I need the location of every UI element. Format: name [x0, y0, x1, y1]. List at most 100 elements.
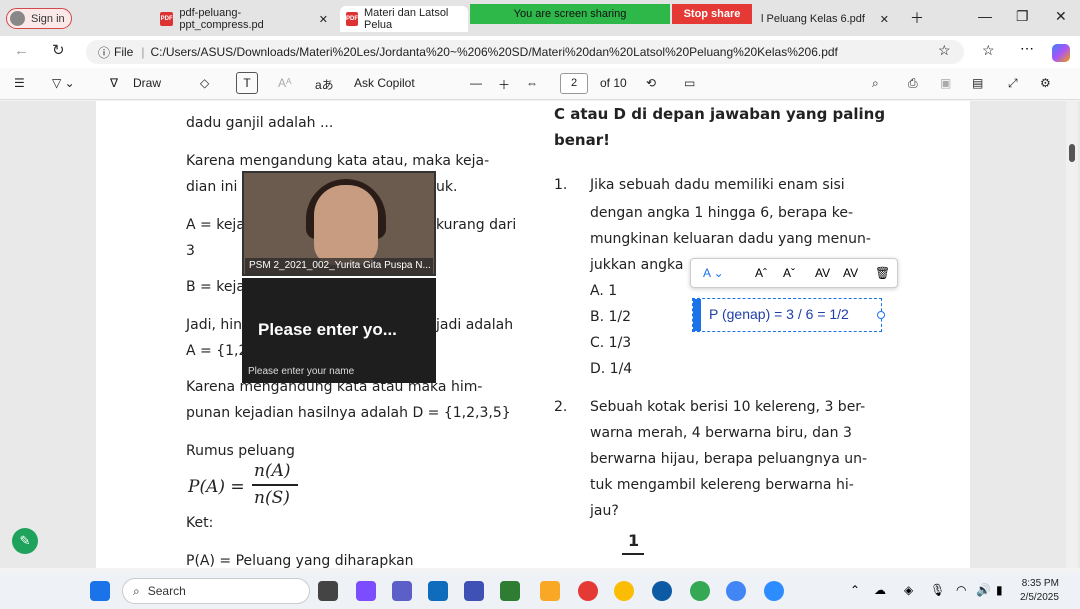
fraction-bar [252, 484, 298, 486]
text-color-icon[interactable]: A ⌄ [703, 266, 724, 280]
resize-handle[interactable] [877, 311, 885, 319]
option-c: C. 1/3 [590, 335, 632, 351]
text-line: B = keja [186, 279, 245, 295]
volume-icon[interactable]: 🔊 [976, 583, 991, 597]
text-line: jadi adalah [436, 317, 514, 333]
fit-page-icon[interactable]: ⇔ [526, 76, 538, 90]
copilot-app-icon[interactable] [356, 581, 376, 601]
app-icon[interactable] [500, 581, 520, 601]
scrollbar-thumb[interactable] [1069, 144, 1075, 162]
text-line: uk. [436, 179, 458, 195]
contents-icon[interactable]: ☰ [14, 76, 25, 90]
settings-icon[interactable]: ⚙ [1040, 76, 1051, 90]
app-icon[interactable] [464, 581, 484, 601]
text-line: kurang dari [436, 217, 517, 233]
participant-face [314, 185, 378, 265]
decrease-font-icon[interactable]: Aˇ [783, 266, 795, 280]
stop-share-button[interactable]: Stop share [672, 4, 752, 24]
favorites-list-icon[interactable]: ☆ [982, 42, 995, 59]
zoom-in-icon[interactable]: ＋ [498, 76, 510, 93]
close-window-icon[interactable]: ✕ [1055, 8, 1067, 25]
taskbar-search[interactable]: ⌕ Search [122, 578, 310, 604]
zoom-icon[interactable] [764, 581, 784, 601]
annotation-text[interactable]: P (genap) = 3 / 6 = 1/2 [709, 306, 849, 322]
page-number-input[interactable]: 2 [560, 73, 588, 94]
text-line: 3 [186, 243, 195, 259]
sign-in-label: Sign in [31, 12, 65, 25]
pdf-viewport[interactable]: dadu ganjil adalah ... Karena mengandung… [0, 101, 1080, 568]
instruction-heading: benar! [554, 131, 610, 149]
save-icon[interactable]: ▣ [940, 76, 951, 90]
page-view-icon[interactable]: ▭ [684, 76, 695, 90]
close-tab-icon[interactable]: ✕ [319, 13, 328, 26]
save-as-icon[interactable]: ▤ [972, 76, 983, 90]
tray-icon[interactable]: ◈ [904, 583, 913, 597]
fullscreen-icon[interactable]: ⤢ [1008, 76, 1018, 91]
file-explorer-icon[interactable] [540, 581, 560, 601]
search-icon[interactable]: ⌕ [872, 76, 879, 91]
text-line: A = keja [186, 217, 245, 233]
name-prompt[interactable]: Please enter yo... Please enter your nam… [242, 278, 436, 383]
restore-icon[interactable]: ❐ [1016, 8, 1029, 25]
tab-materi-latsol[interactable]: PDF Materi dan Latsol Pelua [340, 6, 468, 32]
chrome-profile-icon[interactable] [690, 581, 710, 601]
pdf-page: dadu ganjil adalah ... Karena mengandung… [96, 101, 970, 568]
fraction-bar [622, 553, 644, 555]
battery-icon[interactable]: ▮ [996, 583, 1003, 597]
clock[interactable]: 8:35 PM 2/5/2025 [1020, 577, 1059, 605]
chrome-profile-icon[interactable] [726, 581, 746, 601]
drag-handle[interactable] [693, 299, 701, 331]
opera-icon[interactable] [578, 581, 598, 601]
more-icon[interactable]: ⋯ [1020, 40, 1034, 57]
instruction-heading: C atau D di depan jawaban yang paling [554, 105, 886, 123]
text-size-icon[interactable]: Aᴬ [278, 76, 291, 90]
copilot-icon[interactable] [1052, 44, 1070, 62]
increase-font-icon[interactable]: Aˆ [755, 266, 767, 280]
tray-chevron-icon[interactable]: ⌃ [850, 583, 860, 597]
refresh-icon[interactable]: ↻ [52, 41, 65, 59]
minimize-icon[interactable]: — [978, 8, 992, 24]
pdf-toolbar: ☰ ▽ ⌄ ∇ Draw ◇ T Aᴬ aあ Ask Copilot — ＋ ⇔… [0, 68, 1080, 100]
mic-icon[interactable]: 🎙 [930, 583, 945, 597]
draw-icon[interactable]: ∇ [110, 76, 118, 90]
reduce-spacing-icon[interactable]: AV [843, 266, 858, 280]
print-icon[interactable]: ⎙ [908, 76, 918, 91]
question-line: dengan angka 1 hingga 6, berapa ke- [590, 205, 854, 221]
chrome-icon[interactable] [614, 581, 634, 601]
highlight-icon[interactable]: ▽ ⌄ [52, 76, 75, 90]
cloud-icon[interactable]: ☁ [874, 583, 886, 597]
edge-icon[interactable] [652, 581, 672, 601]
back-icon[interactable]: ← [14, 42, 29, 59]
option-d: D. 1/4 [590, 361, 633, 377]
task-view-icon[interactable] [318, 581, 338, 601]
read-aloud-icon[interactable]: aあ [315, 76, 334, 93]
text-annotation[interactable]: P (genap) = 3 / 6 = 1/2 [692, 298, 885, 332]
teams-icon[interactable] [392, 581, 412, 601]
tab-pdf-peluang-ppt[interactable]: PDF pdf-peluang-ppt_compress.pd ✕ [154, 6, 334, 32]
spacing-icon[interactable]: AV [815, 266, 830, 280]
close-tab-icon[interactable]: ✕ [880, 13, 889, 26]
pdf-icon: PDF [346, 12, 358, 26]
formula-numerator: n(A) [254, 461, 291, 481]
rotate-icon[interactable]: ⟲ [646, 76, 656, 90]
new-tab-icon[interactable]: ＋ [910, 8, 924, 28]
wifi-icon[interactable]: ◠ [956, 583, 966, 597]
sign-in-button[interactable]: Sign in [6, 8, 72, 29]
draw-button[interactable]: Draw [133, 76, 161, 90]
eraser-icon[interactable]: ◇ [200, 76, 209, 90]
tab-peluang-kelas6[interactable]: l Peluang Kelas 6.pdf ✕ [755, 6, 895, 32]
ask-copilot-button[interactable]: Ask Copilot [354, 76, 415, 90]
favorite-icon[interactable]: ☆ [938, 42, 951, 59]
zoom-out-icon[interactable]: — [470, 76, 482, 90]
text-tool-icon[interactable]: T [236, 72, 258, 94]
outlook-icon[interactable] [428, 581, 448, 601]
taskbar: ⌕ Search ⌃ ☁ ◈ 🎙 ◠ 🔊 ▮ 8:35 PM 2/5/2025 [0, 573, 1080, 609]
tab-bar: Sign in PDF pdf-peluang-ppt_compress.pd ✕ … [0, 0, 1080, 36]
pencil-icon[interactable]: ✎ [12, 528, 38, 554]
url-field[interactable]: ⓘ File | C:/Users/ASUS/Downloads/Materi%20L… [86, 40, 964, 64]
delete-icon[interactable]: 🗑 [875, 266, 890, 280]
start-icon[interactable] [90, 581, 110, 601]
question-line: Sebuah kotak berisi 10 kelereng, 3 ber- [590, 399, 866, 415]
scrollbar[interactable] [1066, 101, 1078, 568]
participant-name: PSM 2_2021_002_Yurita Gita Puspa N... [245, 258, 433, 274]
